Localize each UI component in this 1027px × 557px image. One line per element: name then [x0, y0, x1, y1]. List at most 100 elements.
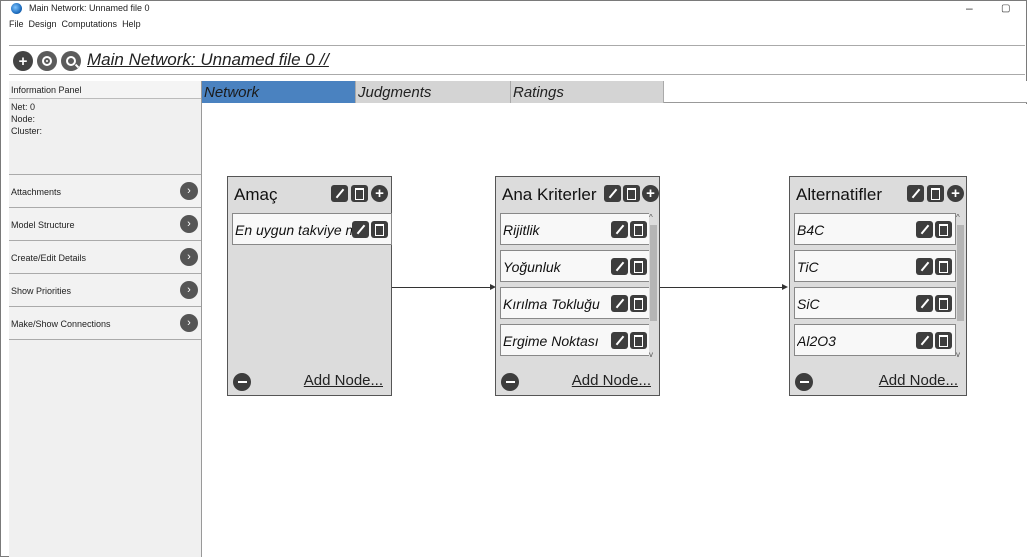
tab-judgments[interactable]: Judgments: [356, 81, 511, 103]
app-window: Main Network: Unnamed file 0 – ▢ File De…: [0, 0, 1027, 557]
info-node: Node:: [11, 114, 36, 124]
sidebar-item-create-edit-details[interactable]: Create/Edit Details ›: [9, 241, 201, 274]
node-label: TiC: [797, 259, 819, 275]
arrow-head: [782, 284, 788, 290]
trash-icon[interactable]: [935, 295, 952, 312]
zoom-button[interactable]: [61, 51, 81, 71]
scroll-up-icon[interactable]: ^: [956, 213, 960, 222]
information-panel: Information Panel Net: 0 Node: Cluster: …: [9, 81, 202, 557]
trash-icon[interactable]: [630, 221, 647, 238]
menu-computations[interactable]: Computations: [62, 19, 118, 33]
node-item[interactable]: En uygun takviye m: [232, 213, 392, 245]
node-item[interactable]: Yoğunluk: [500, 250, 650, 282]
trash-icon[interactable]: [935, 332, 952, 349]
menu-design[interactable]: Design: [29, 19, 57, 33]
edit-icon[interactable]: [611, 295, 628, 312]
node-label: Yoğunluk: [503, 259, 561, 275]
trash-icon[interactable]: [630, 332, 647, 349]
info-panel-header: Information Panel: [9, 81, 201, 99]
node-item[interactable]: Ergime Noktası: [500, 324, 650, 356]
edit-icon[interactable]: [916, 221, 933, 238]
edit-icon[interactable]: [611, 332, 628, 349]
edit-icon[interactable]: [916, 258, 933, 275]
sidebar-item-label: Make/Show Connections: [11, 319, 111, 329]
node-label: Rijitlik: [503, 222, 540, 238]
node-item[interactable]: Al2O3: [794, 324, 956, 356]
remove-icon[interactable]: [795, 373, 813, 391]
node-item[interactable]: SiC: [794, 287, 956, 319]
search-icon: [66, 56, 76, 66]
maximize-button[interactable]: ▢: [1001, 3, 1010, 14]
edit-icon[interactable]: [352, 221, 369, 238]
node-item[interactable]: B4C: [794, 213, 956, 245]
chevron-right-icon[interactable]: ›: [180, 314, 198, 332]
network-title-link[interactable]: Main Network: Unnamed file 0 //: [87, 50, 329, 70]
scroll-down-icon[interactable]: v: [956, 350, 960, 359]
cluster-amac[interactable]: Amaç + En uygun takviye m Add Node...: [227, 176, 392, 396]
scroll-thumb[interactable]: [650, 225, 657, 321]
node-item[interactable]: Rijitlik: [500, 213, 650, 245]
trash-icon[interactable]: [927, 185, 944, 202]
edit-icon[interactable]: [916, 332, 933, 349]
trash-icon[interactable]: [351, 185, 368, 202]
node-label: Kırılma Tokluğu: [503, 296, 600, 312]
tab-network[interactable]: Network: [202, 81, 356, 103]
remove-icon[interactable]: [233, 373, 251, 391]
trash-icon[interactable]: [630, 258, 647, 275]
trash-icon[interactable]: [371, 221, 388, 238]
add-node-link[interactable]: Add Node...: [304, 372, 383, 389]
add-node-link[interactable]: Add Node...: [572, 372, 651, 389]
minimize-button[interactable]: –: [966, 1, 973, 15]
chevron-right-icon[interactable]: ›: [180, 248, 198, 266]
cluster-title: Ana Kriterler: [502, 185, 597, 204]
chevron-right-icon[interactable]: ›: [180, 215, 198, 233]
tab-bar: Network Judgments Ratings: [202, 81, 1027, 103]
edit-icon[interactable]: [604, 185, 621, 202]
cluster-header: Amaç +: [228, 177, 391, 213]
cluster-alternatifler[interactable]: Alternatifler + B4C TiC SiC Al2O3 ^ v Ad…: [789, 176, 967, 396]
edit-icon[interactable]: [331, 185, 348, 202]
trash-icon[interactable]: [935, 221, 952, 238]
sidebar-item-show-priorities[interactable]: Show Priorities ›: [9, 274, 201, 307]
network-canvas[interactable]: Amaç + En uygun takviye m Add Node... An…: [202, 104, 1027, 557]
view-button[interactable]: [37, 51, 57, 71]
add-cluster-button[interactable]: +: [13, 51, 33, 71]
window-title: Main Network: Unnamed file 0: [29, 3, 150, 13]
add-icon[interactable]: +: [371, 185, 388, 202]
title-bar: Main Network: Unnamed file 0 – ▢: [9, 1, 1025, 16]
scroll-up-icon[interactable]: ^: [649, 213, 653, 222]
chevron-right-icon[interactable]: ›: [180, 182, 198, 200]
sidebar-item-label: Model Structure: [11, 220, 75, 230]
connection-line: [392, 287, 492, 288]
scroll-thumb[interactable]: [957, 225, 964, 321]
add-node-link[interactable]: Add Node...: [879, 372, 958, 389]
edit-icon[interactable]: [907, 185, 924, 202]
sidebar-item-model-structure[interactable]: Model Structure ›: [9, 208, 201, 241]
cluster-ana-kriterler[interactable]: Ana Kriterler + Rijitlik Yoğunluk Kırılm…: [495, 176, 660, 396]
node-label: SiC: [797, 296, 820, 312]
add-icon[interactable]: +: [642, 185, 659, 202]
trash-icon[interactable]: [630, 295, 647, 312]
app-logo-icon: [11, 3, 22, 14]
node-item[interactable]: Kırılma Tokluğu: [500, 287, 650, 319]
sidebar-item-label: Attachments: [11, 187, 62, 197]
edit-icon[interactable]: [611, 258, 628, 275]
node-scrollbar[interactable]: ^ v: [956, 213, 965, 359]
chevron-right-icon[interactable]: ›: [180, 281, 198, 299]
sidebar-item-make-show-connections[interactable]: Make/Show Connections ›: [9, 307, 201, 340]
sidebar-item-attachments[interactable]: Attachments ›: [9, 175, 201, 208]
sidebar-item-label: Create/Edit Details: [11, 253, 87, 263]
cluster-header: Alternatifler +: [790, 177, 966, 213]
edit-icon[interactable]: [916, 295, 933, 312]
remove-icon[interactable]: [501, 373, 519, 391]
node-item[interactable]: TiC: [794, 250, 956, 282]
trash-icon[interactable]: [935, 258, 952, 275]
trash-icon[interactable]: [623, 185, 640, 202]
edit-icon[interactable]: [611, 221, 628, 238]
menu-help[interactable]: Help: [122, 19, 141, 33]
menu-file[interactable]: File: [9, 19, 24, 33]
add-icon[interactable]: +: [947, 185, 964, 202]
scroll-down-icon[interactable]: v: [649, 350, 653, 359]
tab-ratings[interactable]: Ratings: [511, 81, 664, 103]
node-scrollbar[interactable]: ^ v: [649, 213, 658, 359]
